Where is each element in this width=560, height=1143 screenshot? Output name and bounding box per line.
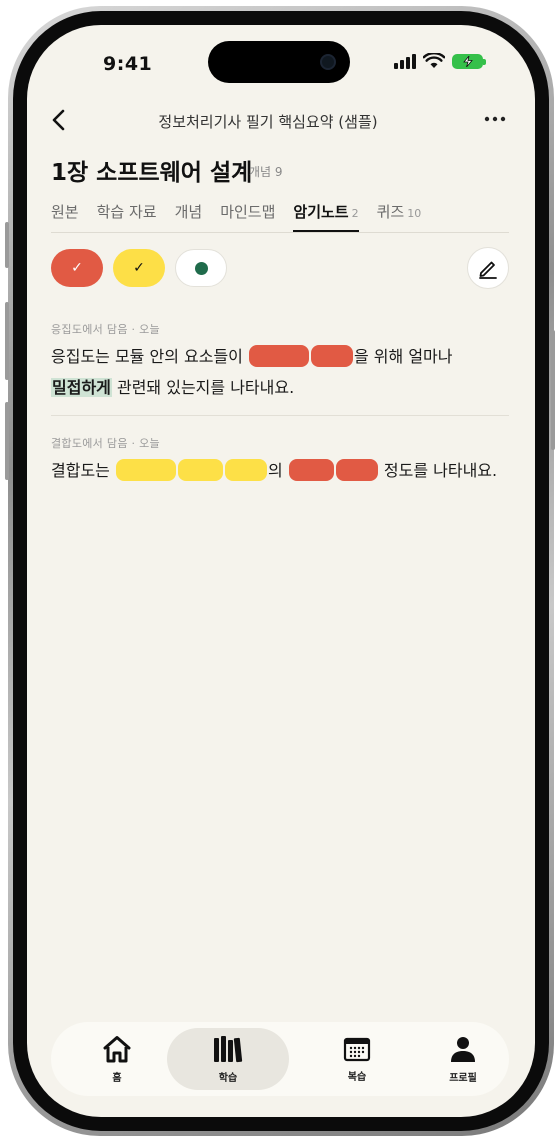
volume-down-button [5,402,9,480]
nav-review[interactable]: 복습 [315,1022,399,1096]
hidden-word-mask[interactable] [249,345,309,367]
hidden-word-mask[interactable] [311,345,353,367]
tab-mindmap[interactable]: 마인드맵 [220,201,275,232]
edit-button[interactable] [467,247,509,289]
back-arrow-icon[interactable] [49,107,71,133]
hidden-word-mask[interactable] [177,459,223,481]
power-button [551,330,555,450]
action-button [5,222,9,268]
hidden-word-mask[interactable] [335,459,378,481]
tab-count: 2 [351,207,359,220]
status-time: 9:41 [103,53,153,75]
tab-concepts[interactable]: 개념 [175,201,203,232]
nav-study[interactable]: 학습 [167,1028,289,1090]
note-text[interactable]: 결합도는 의 정도를 나타내요. [51,455,509,486]
chapter-title: 1장 소프트웨어 설계 [51,160,253,186]
note-meta: 결합도에서 담음 · 오늘 [51,437,160,450]
person-icon [451,1036,475,1062]
hidden-word-mask[interactable] [115,459,176,481]
wifi-icon [423,53,445,68]
books-icon [214,1035,243,1062]
battery-charging-icon [452,53,486,69]
tab-study-materials[interactable]: 학습 자료 [97,201,157,232]
hidden-word-mask[interactable] [288,459,334,481]
dynamic-island [208,41,350,83]
note-meta: 응집도에서 담음 · 오늘 [51,323,160,336]
signal-icon [394,53,416,69]
calendar-icon [343,1037,371,1061]
tab-quiz[interactable]: 퀴즈 10 [377,201,422,232]
volume-up-button [5,302,9,380]
check-icon: ✓ [71,260,83,276]
green-dot-icon [194,261,208,275]
more-icon[interactable] [481,109,509,129]
check-icon: ✓ [133,260,145,276]
camera-icon [320,54,336,70]
note-text[interactable]: 응집도는 모듈 안의 요소들이 을 위해 얼마나 밀접하게 관련돼 있는지를 나… [51,341,509,403]
pencil-icon [479,261,497,279]
tab-count: 10 [407,207,422,220]
tab-bar: 원본 학습 자료 개념 마인드맵 암기노트 2 퀴즈 10 [51,201,439,232]
nav-profile[interactable]: 프로필 [421,1022,505,1096]
hidden-word-mask[interactable] [224,459,267,481]
app-screen: 9:41 정보처리기사 필기 핵심요약 (샘플) 1장 소프트웨어 설계 개념 … [27,25,535,1117]
bottom-nav: 홈 학습 복습 프로필 [51,1022,509,1096]
tab-original[interactable]: 원본 [51,201,79,232]
tab-divider [51,232,509,233]
page-title: 정보처리기사 필기 핵심요약 (샘플) [158,113,378,131]
concept-count: 개념 9 [249,165,283,179]
tab-memo-notes[interactable]: 암기노트 2 [293,201,359,232]
note-divider [51,415,509,416]
nav-home[interactable]: 홈 [75,1022,159,1096]
home-icon [103,1035,131,1062]
status-icons [394,53,486,69]
filter-red-chip[interactable]: ✓ [51,249,103,287]
highlighted-word: 밀접하게 [51,378,112,397]
filter-green-chip[interactable] [175,249,227,287]
filter-yellow-chip[interactable]: ✓ [113,249,165,287]
